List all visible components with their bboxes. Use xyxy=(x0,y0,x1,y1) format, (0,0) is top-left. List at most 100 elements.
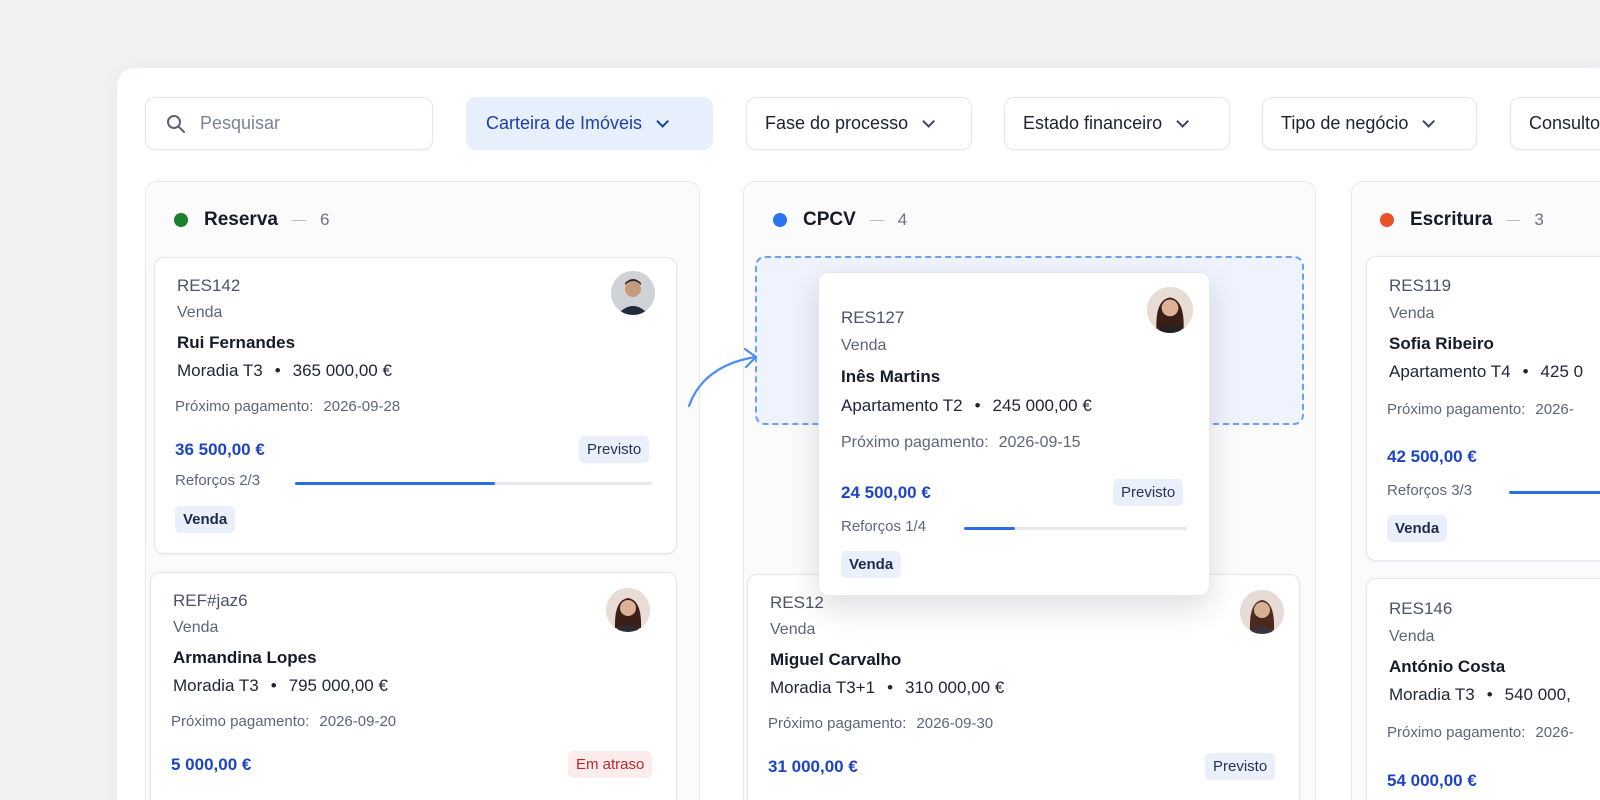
deal-type-tag: Venda xyxy=(1387,515,1448,542)
avatar xyxy=(1240,590,1284,634)
card-ref: RES119 xyxy=(1389,276,1452,295)
status-badge: Previsto xyxy=(1205,753,1276,780)
column-count: 6 xyxy=(319,210,330,229)
column-title: Escritura xyxy=(1410,209,1493,230)
client-name: Rui Fernandes xyxy=(177,333,296,352)
filter-label: Estado financeiro xyxy=(1023,113,1163,133)
reforcos-label: Reforços 2/3 xyxy=(175,472,261,489)
property-line: Moradia T3+1 • 310 000,00 € xyxy=(770,678,1005,697)
next-payment: Próximo pagamento: 2026-09-20 xyxy=(171,713,396,730)
property-line: Apartamento T2 • 245 000,00 € xyxy=(841,396,1092,415)
status-badge: Em atraso xyxy=(568,751,653,778)
property-type: Apartamento T4 xyxy=(1389,362,1511,381)
reforcos-label: Reforços 3/3 xyxy=(1387,482,1473,499)
client-name: António Costa xyxy=(1389,657,1506,676)
drag-arrow-icon xyxy=(687,347,758,408)
property-price: 365 000,00 € xyxy=(292,361,392,380)
chevron-down-icon xyxy=(656,115,670,128)
payment-amount: 54 000,00 € xyxy=(1387,771,1477,790)
deal-type-tag: Venda xyxy=(175,506,236,533)
next-payment-date: 2026-09-28 xyxy=(323,398,401,415)
next-payment: Próximo pagamento: 2026-09-28 xyxy=(175,398,400,415)
property-type: Apartamento T2 xyxy=(841,396,963,415)
property-price: 795 000,00 € xyxy=(288,676,388,695)
filter-consultor[interactable]: Consulto xyxy=(1510,97,1600,150)
column-header-cpcv: CPCV 4 xyxy=(773,209,907,231)
status-dot xyxy=(773,213,787,227)
filter-fase-processo[interactable]: Fase do processo xyxy=(746,97,972,150)
filter-label: Consulto xyxy=(1529,113,1600,133)
reforcos-progress-bar xyxy=(964,527,1187,530)
deal-card[interactable]: RES119 Venda Sofia Ribeiro Apartamento T… xyxy=(1366,256,1600,561)
next-payment-date: 2026-09-15 xyxy=(998,434,1081,451)
property-price: 310 000,00 € xyxy=(905,678,1005,697)
property-line: Moradia T3 • 540 000, xyxy=(1389,685,1571,704)
property-type: Moradia T3 xyxy=(1389,685,1475,704)
filter-label: Fase do processo xyxy=(765,113,909,133)
payment-amount: 31 000,00 € xyxy=(768,757,858,776)
progress-fill xyxy=(964,527,1016,530)
client-name: Armandina Lopes xyxy=(173,648,317,667)
dragged-deal-card[interactable]: RES127 Venda Inês Martins Apartamento T2… xyxy=(818,272,1210,596)
payment-amount: 5 000,00 € xyxy=(171,755,252,774)
property-price: 540 000, xyxy=(1504,685,1571,704)
card-ref: RES12 xyxy=(770,593,824,612)
reforcos-progress-bar xyxy=(295,482,652,485)
deal-type-tag: Venda xyxy=(841,551,902,578)
property-type: Moradia T3 xyxy=(177,361,263,380)
card-kind: Venda xyxy=(1389,305,1435,322)
reforcos-progress-bar xyxy=(1509,491,1600,494)
filter-tipo-negocio[interactable]: Tipo de negócio xyxy=(1262,97,1477,150)
property-line: Moradia T3 • 365 000,00 € xyxy=(177,361,392,380)
client-name: Miguel Carvalho xyxy=(770,650,902,669)
payment-amount: 24 500,00 € xyxy=(841,483,931,502)
next-payment-label: Próximo pagamento: xyxy=(175,398,314,415)
search-icon xyxy=(167,114,185,133)
filter-carteira-imoveis[interactable]: Carteira de Imóveis xyxy=(466,97,713,150)
card-kind: Venda xyxy=(770,621,816,638)
next-payment: Próximo pagamento: 2026- xyxy=(1387,724,1574,741)
next-payment: Próximo pagamento: 2026- xyxy=(1387,401,1574,418)
next-payment-date: 2026-09-20 xyxy=(319,713,397,730)
column-header-reserva: Reserva 6 xyxy=(174,209,329,231)
property-line: Moradia T3 • 795 000,00 € xyxy=(173,676,388,695)
column-title: CPCV xyxy=(803,209,856,230)
progress-fill xyxy=(295,482,495,485)
search-placeholder: Pesquisar xyxy=(200,113,281,133)
status-badge: Previsto xyxy=(579,436,650,463)
filter-estado-financeiro[interactable]: Estado financeiro xyxy=(1004,97,1230,150)
card-kind: Venda xyxy=(177,304,223,321)
status-dot xyxy=(1380,213,1394,227)
next-payment-label: Próximo pagamento: xyxy=(841,434,989,451)
avatar xyxy=(606,588,650,632)
property-type: Moradia T3 xyxy=(173,676,259,695)
divider xyxy=(291,219,306,221)
column-count: 3 xyxy=(1534,210,1544,229)
chevron-down-icon xyxy=(1422,115,1436,128)
deal-card[interactable]: RES142 Venda Rui Fernandes Moradia T3 • 36… xyxy=(154,257,677,554)
property-price: 245 000,00 € xyxy=(992,396,1092,415)
deal-card[interactable]: RES146 Venda António Costa Moradia T3 • 54… xyxy=(1366,578,1600,800)
client-name: Inês Martins xyxy=(841,367,941,386)
chevron-down-icon xyxy=(922,115,936,128)
filter-label: Tipo de negócio xyxy=(1281,113,1409,133)
deal-card[interactable]: RES12 Venda Miguel Carvalho Moradia T3+1… xyxy=(747,574,1300,800)
status-dot xyxy=(174,213,188,227)
card-kind: Venda xyxy=(173,619,219,636)
deal-card[interactable]: REF#jaz6 Venda Armandina Lopes Moradia T… xyxy=(150,572,677,800)
reforcos-label: Reforços 1/4 xyxy=(841,518,927,535)
next-payment-date: 2026-09-30 xyxy=(916,715,994,732)
card-kind: Venda xyxy=(841,337,887,354)
card-ref: RES146 xyxy=(1389,599,1453,618)
card-ref: RES142 xyxy=(177,276,241,295)
next-payment-label: Próximo pagamento: xyxy=(171,713,310,730)
search-input[interactable]: Pesquisar xyxy=(145,97,433,150)
property-line: Apartamento T4 • 425 0 xyxy=(1389,362,1584,381)
divider xyxy=(1506,219,1521,221)
status-badge: Previsto xyxy=(1113,479,1184,506)
avatar xyxy=(1147,287,1193,333)
next-payment: Próximo pagamento: 2026-09-15 xyxy=(841,434,1080,452)
next-payment-label: Próximo pagamento: xyxy=(768,715,907,732)
next-payment: Próximo pagamento: 2026-09-30 xyxy=(768,715,993,732)
payment-amount: 36 500,00 € xyxy=(175,440,265,459)
